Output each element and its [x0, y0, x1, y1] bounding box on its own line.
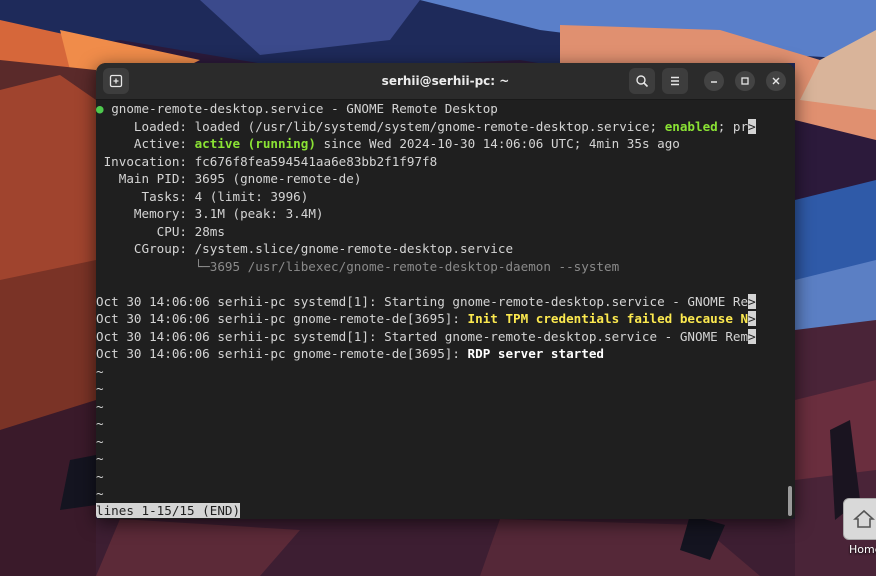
search-icon: [636, 75, 649, 88]
terminal-scrollbar[interactable]: [788, 486, 792, 516]
unit-header: gnome-remote-desktop.service - GNOME Rem…: [111, 101, 498, 116]
pid-label: Main PID:: [118, 171, 187, 186]
log-line: Oct 30 14:06:06 serhii-pc systemd[1]: St…: [96, 328, 756, 346]
log-message-notice: RDP server started: [467, 346, 605, 361]
pager-tilde: ~: [96, 363, 104, 379]
log-prefix: Oct 30 14:06:06 serhii-pc systemd[1]:: [96, 328, 385, 344]
log-message-warning: Init TPM credentials failed because N: [467, 311, 749, 326]
cgroup-child-line: └─3695 /usr/libexec/gnome-remote-desktop…: [96, 258, 620, 276]
cgroup-value: /system.slice/gnome-remote-desktop.servi…: [194, 241, 514, 256]
cgroup-line: CGroup: /system.slice/gnome-remote-deskt…: [96, 240, 513, 258]
memory-value: 3.1M (peak: 3.4M): [194, 206, 324, 221]
truncation-marker: >: [748, 311, 756, 326]
terminal-window[interactable]: serhii@serhii-pc: ~ ● gnome-remote-deskt…: [96, 63, 795, 519]
pager-status: lines 1-15/15 (END): [96, 503, 241, 518]
home-folder-label[interactable]: Home: [849, 543, 876, 556]
pager-tilde: ~: [96, 398, 104, 414]
menu-button[interactable]: [662, 68, 688, 94]
loaded-line: Loaded: loaded (/usr/lib/systemd/system/…: [96, 118, 756, 136]
active-since: since Wed 2024-10-30 14:06:06 UTC; 4min …: [315, 136, 680, 151]
maximize-icon: [741, 77, 749, 85]
pid-line: Main PID: 3695 (gnome-remote-de): [96, 170, 362, 188]
minimize-icon: [711, 81, 717, 83]
active-state: active (running): [194, 136, 316, 151]
log-line: Oct 30 14:06:06 serhii-pc gnome-remote-d…: [96, 345, 604, 363]
active-line: Active: active (running) since Wed 2024-…: [96, 135, 680, 153]
pager-status-line: lines 1-15/15 (END): [96, 502, 241, 519]
cpu-line: CPU: 28ms: [96, 223, 225, 241]
pager-tilde: ~: [96, 416, 104, 431]
invocation-label: Invocation:: [103, 153, 187, 169]
title-bar[interactable]: serhii@serhii-pc: ~: [96, 63, 795, 100]
tasks-value: 4 (limit: 3996): [194, 188, 309, 204]
truncation-marker: >: [748, 293, 756, 309]
cgroup-label: CGroup:: [133, 241, 187, 256]
window-title: serhii@serhii-pc: ~: [381, 74, 510, 88]
log-prefix: Oct 30 14:06:06 serhii-pc gnome-remote-d…: [96, 346, 468, 361]
pager-tilde: ~: [96, 433, 104, 449]
loaded-tail: ; pr: [717, 118, 749, 134]
invocation-id: fc676f8fea594541aa6e83bb2f1f97f8: [194, 153, 438, 169]
invocation-line: Invocation: fc676f8fea594541aa6e83bb2f1f…: [96, 153, 438, 171]
log-line: Oct 30 14:06:06 serhii-pc systemd[1]: St…: [96, 293, 756, 311]
tasks-label: Tasks:: [141, 188, 188, 204]
cgroup-child: └─3695 /usr/libexec/gnome-remote-desktop…: [194, 258, 620, 274]
terminal-output[interactable]: ● gnome-remote-desktop.service - GNOME R…: [96, 100, 786, 519]
new-tab-icon: [109, 74, 123, 88]
truncation-marker: >: [748, 118, 756, 134]
pid-value: 3695 (gnome-remote-de): [194, 171, 362, 186]
memory-label: Memory:: [133, 206, 187, 221]
cpu-label: CPU:: [156, 223, 188, 239]
log-prefix: Oct 30 14:06:06 serhii-pc gnome-remote-d…: [96, 311, 468, 326]
pager-tilde: ~: [96, 468, 104, 484]
close-icon: [772, 77, 780, 85]
close-button[interactable]: [766, 71, 786, 91]
loaded-label: Loaded:: [133, 118, 187, 134]
pager-tilde: ~: [96, 486, 104, 501]
pager-tilde: ~: [96, 451, 104, 466]
status-dot-icon: ●: [96, 101, 104, 116]
pager-tilde: ~: [96, 381, 104, 396]
log-line: Oct 30 14:06:06 serhii-pc gnome-remote-d…: [96, 310, 756, 328]
tasks-line: Tasks: 4 (limit: 3996): [96, 188, 309, 206]
new-tab-button[interactable]: [103, 68, 129, 94]
log-prefix: Oct 30 14:06:06 serhii-pc systemd[1]:: [96, 293, 385, 309]
memory-line: Memory: 3.1M (peak: 3.4M): [96, 205, 324, 223]
truncation-marker: >: [748, 328, 756, 344]
unit-header-line: ● gnome-remote-desktop.service - GNOME R…: [96, 100, 498, 118]
home-glyph-icon: [853, 509, 875, 528]
enabled-state: enabled: [664, 118, 718, 134]
menu-icon: [671, 76, 679, 86]
log-message: Started gnome-remote-desktop.service - G…: [384, 328, 749, 344]
active-label: Active:: [133, 136, 187, 151]
loaded-value: loaded (/usr/lib/systemd/system/gnome-re…: [194, 118, 665, 134]
search-button[interactable]: [629, 68, 655, 94]
minimize-button[interactable]: [704, 71, 724, 91]
cpu-value: 28ms: [194, 223, 225, 239]
log-message: Starting gnome-remote-desktop.service - …: [384, 293, 749, 309]
home-folder-icon[interactable]: [843, 498, 876, 540]
maximize-button[interactable]: [735, 71, 755, 91]
